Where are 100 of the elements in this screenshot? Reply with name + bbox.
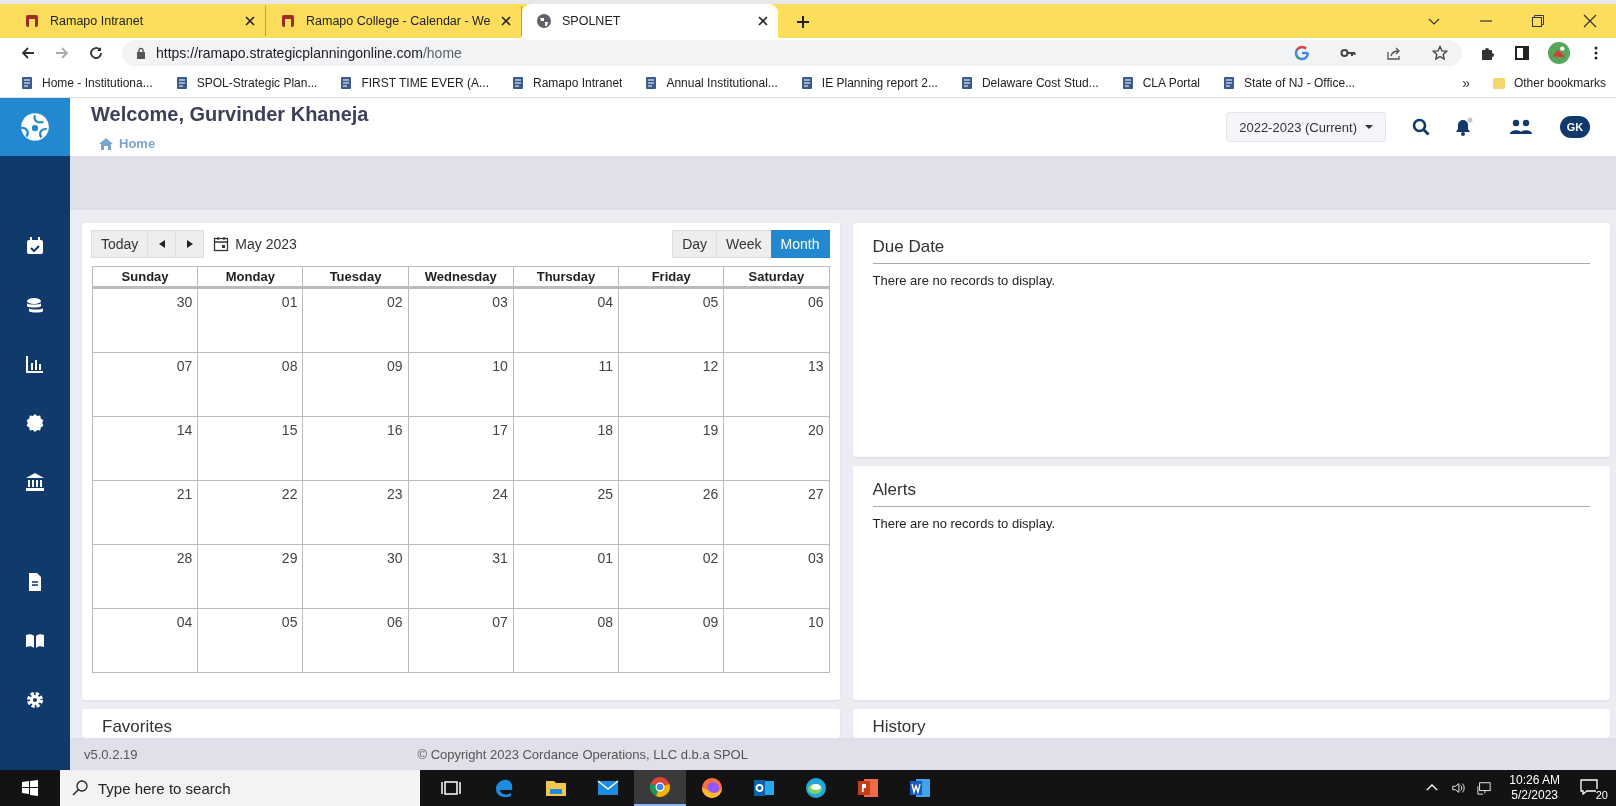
day-cell[interactable]: 05: [198, 609, 304, 673]
share-icon[interactable]: [1386, 45, 1402, 61]
google-icon[interactable]: [1294, 45, 1310, 61]
empty-message: There are no records to display.: [872, 273, 1057, 288]
day-cell[interactable]: 26: [619, 481, 725, 545]
day-cell[interactable]: 29: [198, 545, 304, 609]
day-cell[interactable]: 10: [408, 353, 514, 417]
badge-icon[interactable]: [25, 413, 45, 433]
day-cell[interactable]: 06: [724, 289, 830, 353]
day-cell[interactable]: 16: [303, 417, 409, 481]
bookmark-link[interactable]: Annual Institutional...: [644, 75, 778, 90]
day-cell[interactable]: 09: [303, 353, 409, 417]
day-cell[interactable]: 30: [93, 289, 199, 353]
day-cell[interactable]: 07: [408, 609, 514, 673]
taskbar-app[interactable]: [634, 770, 686, 806]
speaker-icon[interactable]: [1451, 781, 1466, 795]
settings-icon[interactable]: [25, 690, 45, 710]
puzzle-icon[interactable]: [1480, 45, 1496, 61]
search-field[interactable]: Type here to search: [60, 770, 420, 806]
day-cell[interactable]: 03: [724, 545, 830, 609]
day-cell[interactable]: 05: [619, 289, 725, 353]
bookmark-link[interactable]: IE Planning report 2...: [799, 75, 938, 90]
day-cell[interactable]: 12: [619, 353, 725, 417]
user-avatar[interactable]: GK: [1560, 116, 1590, 138]
day-cell[interactable]: 14: [93, 417, 199, 481]
coins-icon[interactable]: [25, 295, 45, 315]
day-cell[interactable]: 18: [513, 417, 620, 481]
day-cell[interactable]: 09: [619, 609, 725, 673]
day-cell[interactable]: 10: [724, 609, 830, 673]
panel-title: Alerts: [872, 480, 1590, 507]
home-icon: [99, 137, 113, 150]
search-icon[interactable]: [1412, 118, 1430, 136]
bookmark-link[interactable]: FIRST TIME EVER (A...: [339, 75, 490, 90]
day-cell[interactable]: 01: [198, 289, 304, 353]
year-dropdown[interactable]: 2022-2023 (Current): [1226, 112, 1386, 142]
day-cell[interactable]: 20: [724, 417, 830, 481]
network-icon[interactable]: [1477, 781, 1492, 795]
bookmark-link[interactable]: SPOL-Strategic Plan...: [174, 75, 318, 90]
bar-chart-icon[interactable]: [25, 354, 45, 374]
view-toggle[interactable]: Week: [716, 230, 772, 258]
day-cell[interactable]: 27: [724, 481, 830, 545]
plus-icon[interactable]: [796, 15, 810, 29]
browser-tab[interactable]: SPOLNET: [522, 4, 778, 38]
bookmark-link[interactable]: Home - Institutiona...: [20, 75, 153, 90]
clock[interactable]: 10:26 AM 5/2/2023: [1509, 773, 1560, 803]
bookmarks-overflow[interactable]: »: [1462, 74, 1470, 91]
day-cell[interactable]: 17: [408, 417, 514, 481]
browser-tab[interactable]: Ramapo Intranet: [10, 6, 266, 36]
day-cell[interactable]: 23: [303, 481, 409, 545]
reload-icon[interactable]: [88, 45, 104, 61]
browser-tab[interactable]: Ramapo College - Calendar - We: [266, 6, 522, 36]
bookmark-link[interactable]: Ramapo Intranet: [511, 75, 623, 90]
day-cell[interactable]: 30: [303, 545, 409, 609]
day-cell[interactable]: 21: [93, 481, 199, 545]
star-icon[interactable]: [1432, 45, 1448, 61]
calendar-check-icon[interactable]: [25, 236, 45, 256]
day-cell[interactable]: 22: [198, 481, 304, 545]
notification-center[interactable]: 20: [1578, 773, 1608, 803]
windows-start-icon[interactable]: [22, 780, 38, 796]
book-icon[interactable]: [25, 631, 45, 651]
close-icon[interactable]: [501, 16, 511, 26]
day-cell[interactable]: 02: [303, 289, 409, 353]
day-cell[interactable]: 04: [513, 289, 620, 353]
day-cell[interactable]: 02: [619, 545, 725, 609]
day-cell[interactable]: 13: [724, 353, 830, 417]
bookmark-link[interactable]: State of NJ - Office...: [1222, 75, 1356, 90]
bank-icon[interactable]: [25, 472, 45, 492]
day-cell[interactable]: 25: [513, 481, 620, 545]
logo-tile[interactable]: [0, 98, 70, 156]
close-icon[interactable]: [758, 16, 768, 26]
day-cell[interactable]: 08: [513, 609, 620, 673]
day-cell[interactable]: 31: [408, 545, 514, 609]
view-toggle[interactable]: Day: [672, 230, 718, 258]
back-arrow-icon[interactable]: [20, 45, 36, 61]
view-toggle[interactable]: Month: [770, 230, 830, 258]
day-cell[interactable]: 03: [408, 289, 514, 353]
bell-icon[interactable]: [1454, 117, 1474, 137]
bookmark-link[interactable]: Delaware Cost Stud...: [959, 75, 1099, 90]
day-cell[interactable]: 04: [93, 609, 199, 673]
previous-button[interactable]: [147, 230, 177, 258]
next-button[interactable]: [175, 230, 205, 258]
day-cell[interactable]: 15: [198, 417, 304, 481]
profile-avatar-icon[interactable]: [1548, 42, 1570, 64]
address-bar[interactable]: https://ramapo.strategicplanningonline.com/home: [122, 40, 1462, 66]
today-button[interactable]: Today: [91, 230, 149, 258]
day-cell[interactable]: 28: [93, 545, 199, 609]
users-icon[interactable]: [1510, 119, 1532, 135]
side-panel-icon[interactable]: [1514, 45, 1530, 61]
day-cell[interactable]: 06: [303, 609, 409, 673]
day-cell[interactable]: 24: [408, 481, 514, 545]
bookmark-link[interactable]: CLA Portal: [1120, 75, 1200, 90]
bookmark-folder[interactable]: Other bookmarks: [1491, 75, 1606, 90]
day-cell[interactable]: 07: [93, 353, 199, 417]
restore-icon[interactable]: [1531, 14, 1545, 28]
day-cell[interactable]: 01: [513, 545, 620, 609]
day-cell[interactable]: 19: [619, 417, 725, 481]
day-cell[interactable]: 08: [198, 353, 304, 417]
close-icon[interactable]: [1583, 14, 1597, 28]
day-cell[interactable]: 11: [513, 353, 620, 417]
close-icon[interactable]: [245, 16, 255, 26]
